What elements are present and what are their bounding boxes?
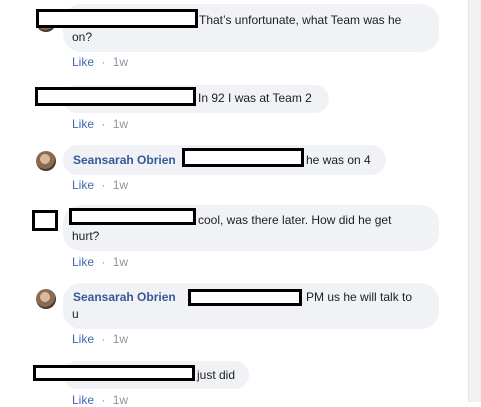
separator-dot: ·: [101, 332, 106, 346]
comment-actions: Like · 1w: [72, 55, 128, 69]
comment-actions: Like · 1w: [72, 332, 128, 346]
like-button[interactable]: Like: [72, 393, 94, 407]
like-button[interactable]: Like: [72, 117, 94, 131]
like-button[interactable]: Like: [72, 55, 94, 69]
comment-text-line2: u: [72, 307, 79, 321]
timestamp[interactable]: 1w: [113, 117, 128, 131]
comment-actions: Like · 1w: [72, 178, 128, 192]
redacted-name: [35, 87, 196, 106]
like-button[interactable]: Like: [72, 178, 94, 192]
timestamp[interactable]: 1w: [113, 178, 128, 192]
redacted-name: [182, 148, 304, 167]
timestamp[interactable]: 1w: [113, 55, 128, 69]
like-button[interactable]: Like: [72, 255, 94, 269]
comment-text-line2: on?: [72, 30, 93, 44]
timestamp[interactable]: 1w: [113, 255, 128, 269]
comment-actions: Like · 1w: [72, 393, 128, 407]
comment-text: just did: [197, 368, 236, 382]
redacted-name: [188, 289, 302, 306]
redacted-name: [33, 365, 195, 381]
redacted-name: [69, 208, 196, 225]
author-name[interactable]: Seansarah Obrien: [73, 153, 176, 167]
avatar[interactable]: [36, 151, 56, 171]
comment-actions: Like · 1w: [72, 117, 128, 131]
scrollbar[interactable]: [468, 0, 481, 402]
comment-text: he was on 4: [306, 153, 371, 167]
comment-text-line2: hurt?: [72, 229, 100, 243]
separator-dot: ·: [101, 117, 106, 131]
author-name[interactable]: Seansarah Obrien: [73, 290, 176, 304]
comment-text-line1: PM us he will talk to: [306, 290, 413, 304]
timestamp[interactable]: 1w: [113, 332, 128, 346]
separator-dot: ·: [101, 255, 106, 269]
timestamp[interactable]: 1w: [113, 393, 128, 407]
separator-dot: ·: [101, 393, 106, 407]
separator-dot: ·: [101, 178, 106, 192]
comment-text: In 92 I was at Team 2: [198, 91, 312, 105]
like-button[interactable]: Like: [72, 332, 94, 346]
redacted-name: [36, 9, 198, 28]
comment-actions: Like · 1w: [72, 255, 128, 269]
separator-dot: ·: [101, 55, 106, 69]
comment-text-line1: cool, was there later. How did he get: [198, 213, 392, 227]
comment-text-line1: That’s unfortunate, what Team was he: [199, 13, 402, 27]
avatar[interactable]: [36, 289, 56, 309]
redacted-avatar: [32, 210, 58, 231]
